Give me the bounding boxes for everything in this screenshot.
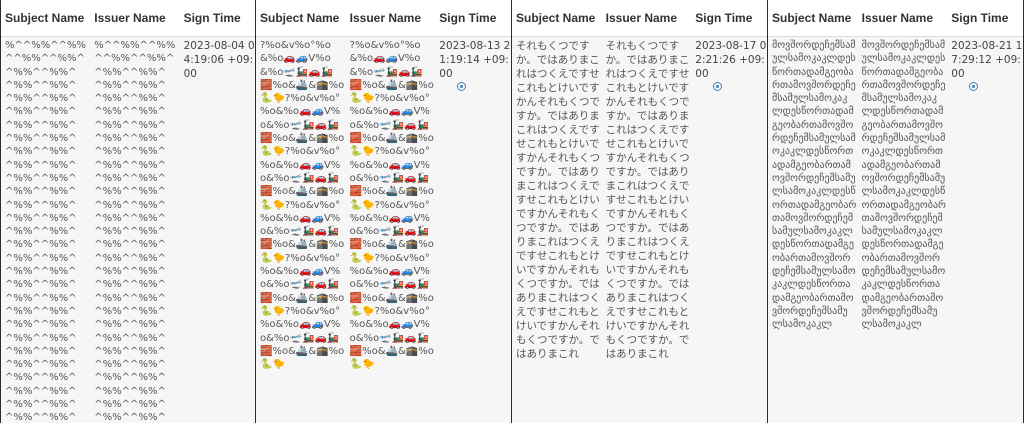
info-icon[interactable] <box>713 82 723 91</box>
table-header: Subject Name Issuer Name Sign Time <box>256 0 511 37</box>
table-row[interactable]: それもくつですか。ではありまこれはつくえですせこれもとけいですかんそれもくつです… <box>512 37 767 423</box>
column-header-subject-name[interactable]: Subject Name <box>1 11 90 25</box>
table-row[interactable]: მოვშორდეჩემსამულსამოკაკლდესწორთადამგეობა… <box>768 37 1023 423</box>
subject-name-cell: それもくつですか。ではありまこれはつくえですせこれもとけいですかんそれもくつです… <box>516 40 600 360</box>
column-header-subject-name[interactable]: Subject Name <box>512 11 602 25</box>
table-panels: Subject Name Issuer Name Sign Time %^^%%… <box>0 0 1024 423</box>
info-icon[interactable] <box>457 82 467 91</box>
issuer-name-cell: მოვშორდეჩემსამულსამოკაკლდესწორთადამგეობა… <box>861 40 946 331</box>
issuer-name-cell: それもくつですか。ではありまこれはつくえですせこれもとけいですかんそれもくつです… <box>605 40 690 360</box>
sign-time-value: 2023-08-13 21:19:14 +09:00 <box>439 40 511 80</box>
table-panel: Subject Name Issuer Name Sign Time %^^%%… <box>0 0 256 423</box>
column-header-issuer-name[interactable]: Issuer Name <box>346 11 436 25</box>
table-row[interactable]: ?%o&v%o°%o&%o🚗🚙V%o&%o🛫🚂🚗🚂🧱%o&🚢&🕋%o🐍🐤?%o&… <box>256 37 511 423</box>
sign-time-value: 2023-08-21 17:29:12 +09:00 <box>951 40 1023 80</box>
sign-time-cell: 2023-08-21 17:29:12 +09:00 <box>947 37 1023 422</box>
table-header: Subject Name Issuer Name Sign Time <box>512 0 767 37</box>
table-header: Subject Name Issuer Name Sign Time <box>768 0 1023 37</box>
issuer-name-cell: ?%o&v%o°%o&%o🚗🚙V%o&%o🛫🚂🚗🚂🧱%o&🚢&🕋%o🐍🐤?%o&… <box>349 40 434 371</box>
column-header-sign-time[interactable]: Sign Time <box>180 11 255 25</box>
sign-time-value: 2023-08-17 02:21:26 +09:00 <box>695 40 767 80</box>
issuer-name-cell: %^^%%^^%%^^%%^^%%^^%%^^%%^^%%^^%%^^%%^^%… <box>94 40 176 422</box>
column-header-subject-name[interactable]: Subject Name <box>768 11 858 25</box>
column-header-sign-time[interactable]: Sign Time <box>947 11 1023 25</box>
column-header-issuer-name[interactable]: Issuer Name <box>602 11 692 25</box>
subject-name-cell: მოვშორდეჩემსამულსამოკაკლდესწორთადამგეობა… <box>772 40 857 331</box>
column-header-sign-time[interactable]: Sign Time <box>435 11 511 25</box>
subject-name-cell: %^^%%^^%%^^%%^^%%^^%%^^%%^^%%^^%%^^%%^^%… <box>5 40 87 422</box>
column-header-issuer-name[interactable]: Issuer Name <box>90 11 179 25</box>
info-icon[interactable] <box>969 82 979 91</box>
column-header-subject-name[interactable]: Subject Name <box>256 11 346 25</box>
column-header-issuer-name[interactable]: Issuer Name <box>858 11 948 25</box>
table-panel: Subject Name Issuer Name Sign Time それもくつ… <box>512 0 768 423</box>
table-panel: Subject Name Issuer Name Sign Time მოვშო… <box>768 0 1024 423</box>
table-panel: Subject Name Issuer Name Sign Time ?%o&v… <box>256 0 512 423</box>
table-row[interactable]: %^^%%^^%%^^%%^^%%^^%%^^%%^^%%^^%%^^%%^^%… <box>1 37 255 423</box>
column-header-sign-time[interactable]: Sign Time <box>691 11 767 25</box>
table-header: Subject Name Issuer Name Sign Time <box>1 0 255 37</box>
sign-time-value: 2023-08-04 04:19:06 +09:00 <box>183 40 255 80</box>
subject-name-cell: ?%o&v%o°%o&%o🚗🚙V%o&%o🛫🚂🚗🚂🧱%o&🚢&🕋%o🐍🐤?%o&… <box>260 40 345 371</box>
sign-time-cell: 2023-08-04 04:19:06 +09:00 <box>180 37 255 422</box>
sign-time-cell: 2023-08-13 21:19:14 +09:00 <box>435 37 511 422</box>
sign-time-cell: 2023-08-17 02:21:26 +09:00 <box>691 37 767 422</box>
